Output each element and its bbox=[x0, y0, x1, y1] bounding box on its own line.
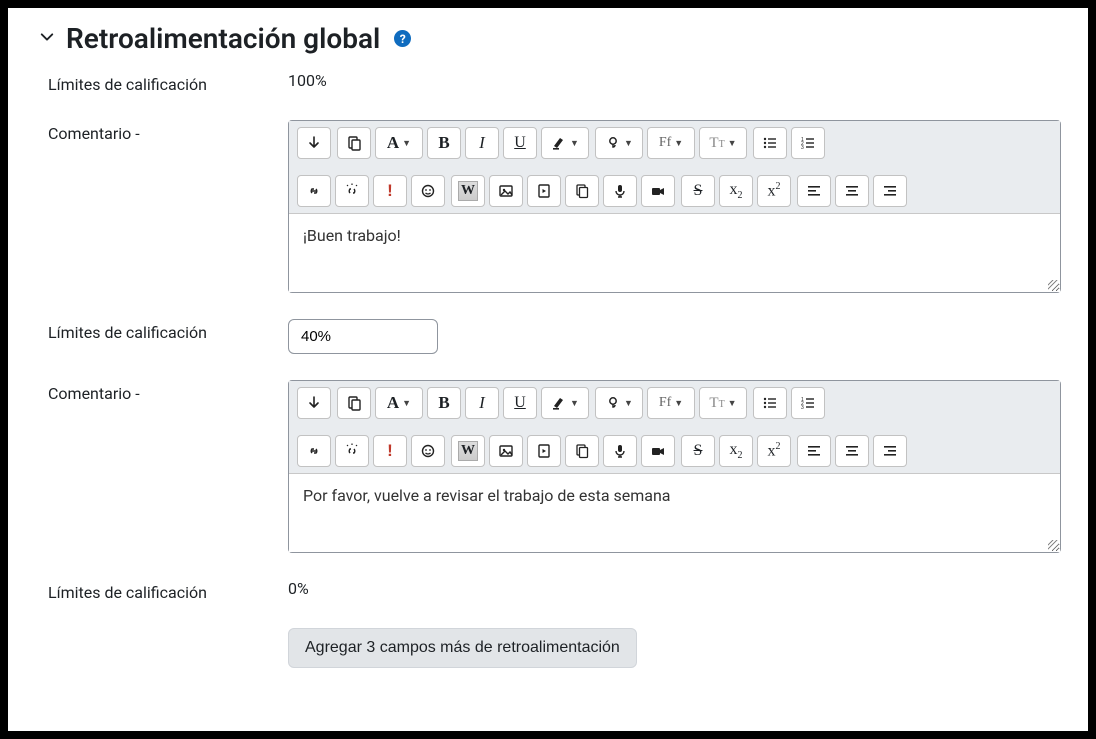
font-size-dropdown[interactable]: TT▼ bbox=[699, 387, 747, 419]
italic-icon[interactable]: I bbox=[465, 127, 499, 159]
superscript-icon[interactable]: x2 bbox=[757, 175, 791, 207]
image-icon[interactable] bbox=[489, 435, 523, 467]
label-comment: Comentario - bbox=[38, 380, 288, 403]
font-style-dropdown[interactable]: A▼ bbox=[375, 127, 423, 159]
editor-content-1[interactable]: ¡Buen trabajo! bbox=[289, 214, 1060, 292]
align-right-icon[interactable] bbox=[873, 175, 907, 207]
label-boundary: Límites de calificación bbox=[38, 319, 288, 342]
chevron-down-icon bbox=[38, 29, 56, 48]
unlink-icon[interactable] bbox=[335, 175, 369, 207]
highlight-dropdown[interactable]: ▼ bbox=[541, 387, 589, 419]
numbered-list-icon[interactable]: 123 bbox=[791, 127, 825, 159]
underline-icon[interactable]: U bbox=[503, 127, 537, 159]
superscript-icon[interactable]: x2 bbox=[757, 435, 791, 467]
bullet-list-icon[interactable] bbox=[753, 127, 787, 159]
boundary-mid-input[interactable] bbox=[288, 319, 438, 354]
video-file-icon[interactable] bbox=[527, 175, 561, 207]
rich-text-editor-1: A▼ B I U ▼ ▼ Ff▼ TT▼ 123 bbox=[288, 120, 1061, 293]
font-family-dropdown[interactable]: Ff▼ bbox=[647, 387, 695, 419]
row-comment-2: Comentario - A▼ B I U ▼ ▼ bbox=[38, 380, 1068, 553]
font-color-dropdown[interactable]: ▼ bbox=[595, 127, 643, 159]
link-icon[interactable] bbox=[297, 175, 331, 207]
section-header[interactable]: Retroalimentación global ? bbox=[38, 22, 1068, 55]
paste-icon[interactable] bbox=[337, 387, 371, 419]
highlight-dropdown[interactable]: ▼ bbox=[541, 127, 589, 159]
subscript-icon[interactable]: x2 bbox=[719, 435, 753, 467]
expand-icon[interactable] bbox=[297, 127, 331, 159]
resize-handle-icon[interactable] bbox=[1048, 280, 1058, 290]
font-color-dropdown[interactable]: ▼ bbox=[595, 387, 643, 419]
font-family-dropdown[interactable]: Ff▼ bbox=[647, 127, 695, 159]
svg-text:3: 3 bbox=[801, 405, 804, 411]
align-right-icon[interactable] bbox=[873, 435, 907, 467]
help-icon[interactable]: ? bbox=[394, 30, 411, 47]
row-boundary-top: Límites de calificación 100% bbox=[38, 71, 1068, 94]
paste-icon[interactable] bbox=[337, 127, 371, 159]
add-feedback-button[interactable]: Agregar 3 campos más de retroalimentació… bbox=[288, 628, 637, 668]
bold-icon[interactable]: B bbox=[427, 387, 461, 419]
video-file-icon[interactable] bbox=[527, 435, 561, 467]
subscript-icon[interactable]: x2 bbox=[719, 175, 753, 207]
row-boundary-mid: Límites de calificación bbox=[38, 319, 1068, 354]
row-boundary-bottom: Límites de calificación 0% bbox=[38, 579, 1068, 602]
align-left-icon[interactable] bbox=[797, 435, 831, 467]
underline-icon[interactable]: U bbox=[503, 387, 537, 419]
files-icon[interactable] bbox=[565, 435, 599, 467]
resize-handle-icon[interactable] bbox=[1048, 540, 1058, 550]
label-boundary: Límites de calificación bbox=[38, 71, 288, 94]
bullet-list-icon[interactable] bbox=[753, 387, 787, 419]
font-style-dropdown[interactable]: A▼ bbox=[375, 387, 423, 419]
page-container: Retroalimentación global ? Límites de ca… bbox=[4, 4, 1092, 735]
align-center-icon[interactable] bbox=[835, 435, 869, 467]
emoji-icon[interactable] bbox=[411, 435, 445, 467]
boundary-bottom-value: 0% bbox=[288, 579, 309, 598]
word-icon[interactable]: W bbox=[451, 435, 485, 467]
row-add-more: Agregar 3 campos más de retroalimentació… bbox=[38, 628, 1068, 668]
files-icon[interactable] bbox=[565, 175, 599, 207]
row-comment-1: Comentario - A▼ B I U ▼ bbox=[38, 120, 1068, 293]
microphone-icon[interactable] bbox=[603, 175, 637, 207]
numbered-list-icon[interactable]: 123 bbox=[791, 387, 825, 419]
editor-toolbar: A▼ B I U ▼ ▼ Ff▼ TT▼ 123 bbox=[289, 381, 1060, 474]
editor-content-2[interactable]: Por favor, vuelve a revisar el trabajo d… bbox=[289, 474, 1060, 552]
strikethrough-icon[interactable]: S bbox=[681, 435, 715, 467]
italic-icon[interactable]: I bbox=[465, 387, 499, 419]
editor-toolbar: A▼ B I U ▼ ▼ Ff▼ TT▼ 123 bbox=[289, 121, 1060, 214]
warning-icon[interactable]: ! bbox=[373, 435, 407, 467]
strikethrough-icon[interactable]: S bbox=[681, 175, 715, 207]
svg-text:3: 3 bbox=[801, 145, 804, 151]
unlink-icon[interactable] bbox=[335, 435, 369, 467]
bold-icon[interactable]: B bbox=[427, 127, 461, 159]
emoji-icon[interactable] bbox=[411, 175, 445, 207]
image-icon[interactable] bbox=[489, 175, 523, 207]
word-icon[interactable]: W bbox=[451, 175, 485, 207]
boundary-top-value: 100% bbox=[288, 71, 327, 90]
label-comment: Comentario - bbox=[38, 120, 288, 143]
camera-icon[interactable] bbox=[641, 175, 675, 207]
rich-text-editor-2: A▼ B I U ▼ ▼ Ff▼ TT▼ 123 bbox=[288, 380, 1061, 553]
empty-label bbox=[38, 628, 288, 632]
warning-icon[interactable]: ! bbox=[373, 175, 407, 207]
section-title: Retroalimentación global bbox=[66, 22, 380, 55]
label-boundary: Límites de calificación bbox=[38, 579, 288, 602]
align-left-icon[interactable] bbox=[797, 175, 831, 207]
camera-icon[interactable] bbox=[641, 435, 675, 467]
font-size-dropdown[interactable]: TT▼ bbox=[699, 127, 747, 159]
link-icon[interactable] bbox=[297, 435, 331, 467]
microphone-icon[interactable] bbox=[603, 435, 637, 467]
expand-icon[interactable] bbox=[297, 387, 331, 419]
align-center-icon[interactable] bbox=[835, 175, 869, 207]
